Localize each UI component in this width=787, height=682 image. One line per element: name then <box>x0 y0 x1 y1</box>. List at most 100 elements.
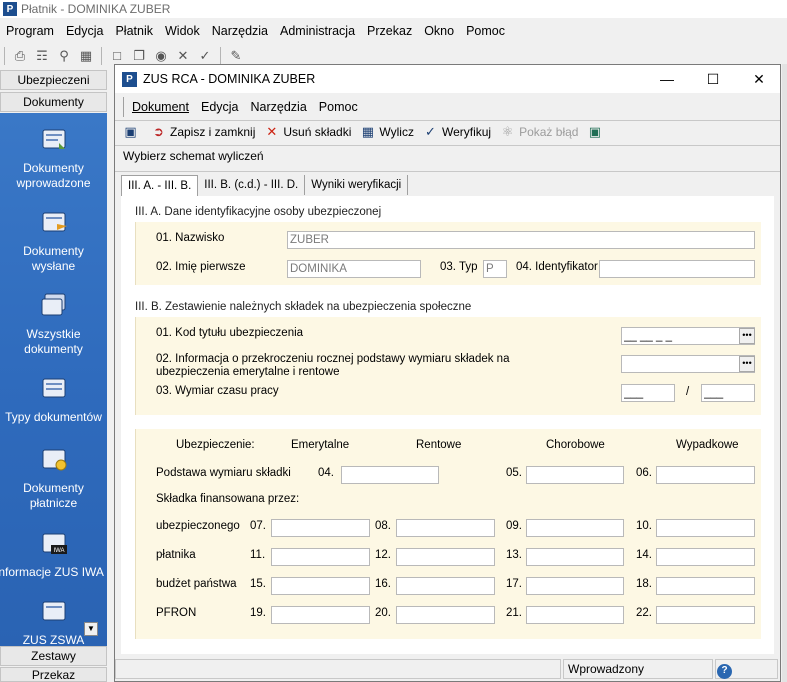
dialog-menu-narzedzia[interactable]: Narzędzia <box>245 100 313 114</box>
sidebar-header-zestawy[interactable]: Zestawy <box>0 646 107 666</box>
field-number: 07. <box>250 520 266 532</box>
sidebar-item-documents-sent[interactable]: Dokumenty wysłane <box>0 208 107 274</box>
save-icon-button[interactable]: ▣ <box>123 124 142 140</box>
checkmark-icon: ✓ <box>425 124 436 139</box>
insurance-code-browse-button[interactable]: ••• <box>739 328 755 344</box>
platnika-wypadkowe-field[interactable] <box>656 548 755 566</box>
funded-by-label: Składka finansowana przez: <box>156 493 300 505</box>
save-close-button[interactable]: ➲ Zapisz i zamknij <box>151 124 255 140</box>
identifier-field[interactable] <box>599 260 755 278</box>
maximize-icon[interactable]: ☐ <box>690 65 736 93</box>
dialog-menu-edycja[interactable]: Edycja <box>195 100 245 114</box>
budzet-rentowe-field[interactable] <box>396 577 495 595</box>
firstname-label: 02. Imię pierwsze <box>156 261 246 273</box>
menu-narzedzia[interactable]: Narzędzia <box>206 24 274 38</box>
find-person-icon[interactable]: ⚲ <box>56 48 72 64</box>
field-number: 10. <box>636 520 652 532</box>
verify-label: Weryfikuj <box>441 125 492 139</box>
field-number: 13. <box>506 549 522 561</box>
menu-platnik[interactable]: Płatnik <box>109 24 159 38</box>
threshold-info-field[interactable] <box>621 355 755 373</box>
budzet-emerytalne-field[interactable] <box>271 577 370 595</box>
type-field[interactable] <box>483 260 507 278</box>
dialog-menu-pomoc[interactable]: Pomoc <box>313 100 364 114</box>
section-b-box: 01. Kod tytułu ubezpieczenia ••• 02. Inf… <box>135 317 761 415</box>
check-icon[interactable]: ✓ <box>197 48 213 64</box>
documents-sent-icon <box>42 212 67 232</box>
pfron-chorobowe-field[interactable] <box>526 606 624 624</box>
ubezpieczonego-wypadkowe-field[interactable] <box>656 519 755 537</box>
platnika-rentowe-field[interactable] <box>396 548 495 566</box>
verify-button[interactable]: ✓ Weryfikuj <box>423 124 492 140</box>
menu-widok[interactable]: Widok <box>159 24 206 38</box>
field-number: 18. <box>636 578 652 590</box>
dialog-menu-dokument[interactable]: Dokument <box>126 100 195 114</box>
ubezpieczonego-emerytalne-field[interactable] <box>271 519 370 537</box>
edit-list-icon[interactable]: ✎ <box>228 48 244 64</box>
calculator-icon[interactable]: ▦ <box>78 48 94 64</box>
tab-iiib-iiid[interactable]: III. B. (c.d.) - III. D. <box>198 175 306 195</box>
new-document-icon[interactable]: □ <box>109 48 125 64</box>
menu-administracja[interactable]: Administracja <box>274 24 361 38</box>
worktime-denominator-field[interactable] <box>701 384 755 402</box>
divider <box>115 171 780 172</box>
base-wypadkowe-field[interactable] <box>656 466 755 484</box>
ubezpieczonego-rentowe-field[interactable] <box>396 519 495 537</box>
ubezpieczonego-chorobowe-field[interactable] <box>526 519 624 537</box>
sidebar-item-documents-in[interactable]: Dokumenty wprowadzone <box>0 125 107 191</box>
base-chorobowe-field[interactable] <box>526 466 624 484</box>
sidebar-header-ubezpieczeni[interactable]: Ubezpieczeni <box>0 70 107 90</box>
pfron-rentowe-field[interactable] <box>396 606 495 624</box>
menu-edycja[interactable]: Edycja <box>60 24 110 38</box>
tab-verification-results[interactable]: Wyniki weryfikacji <box>305 175 409 195</box>
help-icon[interactable]: ? <box>717 663 732 679</box>
platnika-emerytalne-field[interactable] <box>271 548 370 566</box>
delete-contributions-label: Usuń składki <box>283 125 352 139</box>
copy-document-icon[interactable]: ❐ <box>131 48 147 64</box>
sidebar-item-document-types[interactable]: Typy dokumentów <box>0 374 107 425</box>
sidebar-header-dokumenty[interactable]: Dokumenty <box>0 92 107 112</box>
svg-text:IWA: IWA <box>53 548 64 554</box>
all-documents-icon <box>41 293 65 316</box>
surname-label: 01. Nazwisko <box>156 232 225 244</box>
dialog-toolbar: ▣ ➲ Zapisz i zamknij ✕ Usuń składki ▦ Wy… <box>123 121 773 143</box>
menu-program[interactable]: Program <box>0 24 60 38</box>
show-error-button[interactable]: ⚛ Pokaż błąd <box>500 124 579 140</box>
section-b-title: III. B. Zestawienie należnych składek na… <box>135 301 472 313</box>
budzet-wypadkowe-field[interactable] <box>656 577 755 595</box>
view-icon[interactable]: ◉ <box>153 48 169 64</box>
delete-icon[interactable]: ✕ <box>175 48 191 64</box>
print-preview-icon[interactable]: ☶ <box>34 48 50 64</box>
book-button[interactable]: ▣ <box>587 124 606 140</box>
pfron-wypadkowe-field[interactable] <box>656 606 755 624</box>
surname-field[interactable] <box>287 231 755 249</box>
close-icon[interactable]: ✕ <box>736 65 782 93</box>
sidebar-item-all-documents[interactable]: Wszystkie dokumenty <box>0 291 107 357</box>
menu-okno[interactable]: Okno <box>418 24 460 38</box>
threshold-info-browse-button[interactable]: ••• <box>739 356 755 372</box>
sidebar-item-zus-iwa[interactable]: IWA Informacje ZUS IWA <box>0 529 107 580</box>
status-bar: Wprowadzony ? <box>115 657 780 681</box>
budzet-chorobowe-field[interactable] <box>526 577 624 595</box>
print-icon[interactable]: ⎙ <box>12 48 28 64</box>
platnika-chorobowe-field[interactable] <box>526 548 624 566</box>
base-emerytalne-field[interactable] <box>341 466 439 484</box>
sidebar-scroll-down-icon[interactable]: ▼ <box>84 622 98 636</box>
field-number: 08. <box>375 520 391 532</box>
choose-schema-label[interactable]: Wybierz schemat wyliczeń <box>123 149 264 163</box>
insurance-code-field[interactable] <box>621 327 755 345</box>
tab-iiia-iiib[interactable]: III. A. - III. B. <box>121 175 199 197</box>
menu-przekaz[interactable]: Przekaz <box>361 24 418 38</box>
pfron-emerytalne-field[interactable] <box>271 606 370 624</box>
minimize-icon[interactable]: — <box>644 65 690 93</box>
zus-rca-dialog: P ZUS RCA - DOMINIKA ZUBER — ☐ ✕ Dokumen… <box>114 64 781 682</box>
calculate-button[interactable]: ▦ Wylicz <box>360 124 414 140</box>
sidebar-header-przekaz[interactable]: Przekaz <box>0 667 107 682</box>
delete-contributions-button[interactable]: ✕ Usuń składki <box>264 124 352 140</box>
column-chorobowe: Chorobowe <box>546 439 605 451</box>
status-pane-empty <box>115 659 561 679</box>
menu-pomoc[interactable]: Pomoc <box>460 24 511 38</box>
sidebar-item-payment-documents[interactable]: Dokumenty płatnicze <box>0 445 107 511</box>
firstname-field[interactable] <box>287 260 421 278</box>
worktime-numerator-field[interactable] <box>621 384 675 402</box>
